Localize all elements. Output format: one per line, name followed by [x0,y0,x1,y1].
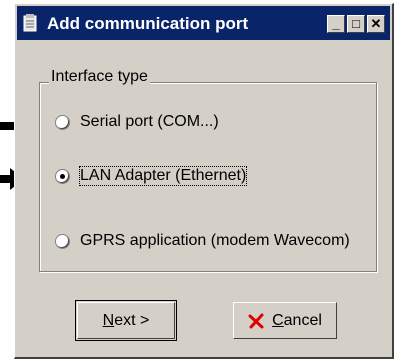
cancel-label: ancel [283,311,322,329]
radio-lan-adapter[interactable]: LAN Adapter (Ethernet) [55,164,248,188]
radio-circle[interactable] [55,233,70,249]
add-communication-port-dialog: Add communication port _ □ ✕ Interface t… [14,3,394,359]
minimize-button[interactable]: _ [327,15,345,33]
window-title: Add communication port [47,14,249,33]
document-icon [23,14,37,32]
radio-circle[interactable] [55,114,70,130]
radio-serial-port[interactable]: Serial port (COM...) [55,110,219,134]
next-label: ext > [114,311,150,329]
radio-gprs-application[interactable]: GPRS application (modem Wavecom) [55,229,350,253]
interface-type-label: Interface type [49,68,150,86]
radio-dot-icon [60,173,65,179]
radio-circle-selected[interactable] [55,168,70,184]
close-icon: ✕ [370,16,382,31]
maximize-button[interactable]: □ [347,15,365,33]
close-button[interactable]: ✕ [367,15,385,33]
next-mnemonic: N [102,311,115,329]
radio-label: LAN Adapter (Ethernet) [78,166,248,186]
cancel-button[interactable]: Cancel [233,302,337,339]
cancel-mnemonic: C [272,311,284,329]
maximize-icon: □ [352,16,360,31]
title-bar: Add communication port _ □ ✕ [17,6,390,40]
radio-label: Serial port (COM...) [80,113,219,130]
minimize-icon: _ [332,16,340,31]
red-x-icon [248,313,264,328]
radio-label: GPRS application (modem Wavecom) [80,232,350,249]
annotation-arrow-lan-shaft [0,175,10,183]
next-button[interactable]: Next > [75,300,177,341]
